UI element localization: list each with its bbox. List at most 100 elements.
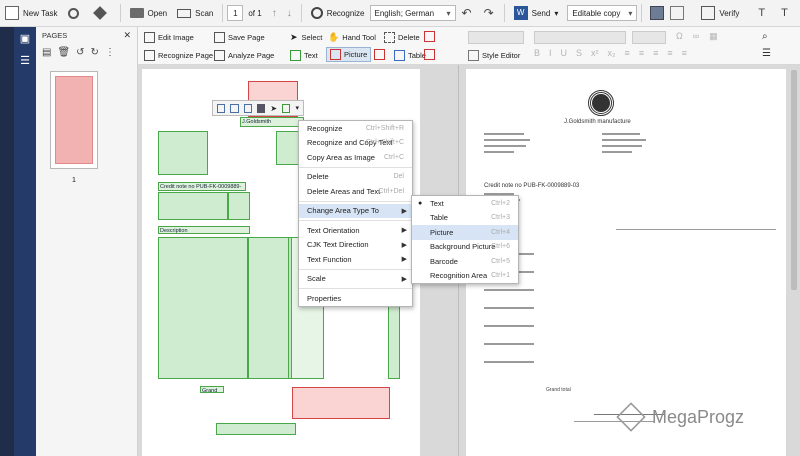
text-area-credit-note[interactable]: Credit note no PUB-FK-0009889-03 <box>158 182 246 191</box>
subscript-icon[interactable]: x₂ <box>608 48 616 58</box>
pages-tools: ▤ 🗑 ↺ ↻ ⋮ <box>36 44 137 61</box>
undo-icon[interactable]: ↶ <box>462 6 472 20</box>
menu-item-change-area-type[interactable]: Change Area Type To ▶ <box>299 203 412 218</box>
search-icon[interactable]: ⌕ <box>762 31 768 42</box>
strike-icon[interactable]: S <box>576 48 582 58</box>
arrow-down-icon[interactable]: ↓ <box>287 8 292 19</box>
copy-area-icon[interactable] <box>217 103 226 113</box>
format-buttons: B I U S x² x₂ ≡ ≡ ≡ ≡ ≡ <box>534 48 687 58</box>
table-area-details[interactable] <box>158 192 228 220</box>
menu-item-recognize-copy[interactable]: Recognize and Copy Text Ctrl+Shift+C <box>299 136 412 151</box>
text-area-details-b[interactable] <box>228 192 250 220</box>
text-area-button[interactable]: Text <box>290 48 318 63</box>
layers-button[interactable] <box>88 2 116 24</box>
grid-area-icon[interactable] <box>424 49 435 60</box>
redo-icon[interactable]: ↷ <box>484 6 494 20</box>
more-icon[interactable]: ⋮ <box>105 47 115 58</box>
menu-item-text-function[interactable]: Text Function ▶ <box>299 252 412 267</box>
page-number-input[interactable]: 1 <box>227 5 244 21</box>
rotate-left-icon[interactable]: ↺ <box>76 47 84 58</box>
table-area-items[interactable] <box>158 237 248 379</box>
delete-area-button[interactable]: Delete <box>384 30 420 45</box>
menu-item-delete-areas[interactable]: Delete Areas and Text Ctrl+Del <box>299 184 412 199</box>
picture-area-button[interactable]: Picture <box>326 47 372 62</box>
area-picture-icon[interactable] <box>257 103 266 113</box>
submenu-item-recognition-area[interactable]: Recognition Area Ctrl+1 <box>412 269 518 284</box>
image-insert-icon[interactable]: ▦ <box>709 31 718 42</box>
arrow-up-icon[interactable]: ↑ <box>272 8 277 19</box>
align-center-icon[interactable]: ≡ <box>639 48 644 58</box>
menu-item-recognize[interactable]: Recognize Ctrl+Shift+R <box>299 121 412 136</box>
area-select-icon[interactable]: ➤ <box>270 104 277 113</box>
text-area-sender[interactable] <box>158 131 208 175</box>
recognize-page-button[interactable]: Recognize Page <box>144 48 213 63</box>
list-nav-icon[interactable]: ☰ <box>14 49 36 71</box>
submenu-item-text[interactable]: ● Text Ctrl+2 <box>412 196 518 211</box>
align-left-icon[interactable]: ≡ <box>625 48 630 58</box>
menu-item-properties[interactable]: Properties <box>299 291 412 306</box>
table-area-items-col2[interactable] <box>248 237 292 379</box>
align-right-icon[interactable]: ≡ <box>653 48 658 58</box>
send-button[interactable]: W Send ▾ <box>509 2 564 24</box>
submenu-item-barcode[interactable]: Barcode Ctrl+5 <box>412 254 518 269</box>
font-select[interactable] <box>534 31 626 44</box>
open-button[interactable]: Open <box>125 2 173 24</box>
trash-icon[interactable]: 🗑 <box>57 47 70 58</box>
text-area-grand-total[interactable]: Grand total <box>200 386 224 393</box>
submenu-item-picture[interactable]: Picture Ctrl+4 <box>412 225 518 240</box>
picture-area-signature[interactable] <box>292 387 390 419</box>
copy-image-icon[interactable] <box>230 103 239 113</box>
recognize-button[interactable]: Recognize <box>306 2 370 24</box>
text-area-footer[interactable] <box>216 423 296 435</box>
menu-icon[interactable]: ☰ <box>762 48 771 59</box>
edit-image-button[interactable]: Edit Image <box>144 30 194 45</box>
menu-item-copy-image[interactable]: Copy Area as Image Ctrl+C <box>299 150 412 165</box>
text-view-icon[interactable] <box>670 6 685 20</box>
submenu-item-table[interactable]: Table Ctrl+3 <box>412 211 518 226</box>
table-area-button[interactable]: Table <box>394 48 426 63</box>
bold-icon[interactable]: B <box>534 48 540 58</box>
scan-button[interactable]: Scan <box>172 2 218 24</box>
chevron-down-icon[interactable]: ▾ <box>295 104 299 112</box>
barcode-area-icon[interactable] <box>424 31 435 42</box>
style-editor-icon <box>468 50 479 61</box>
verify-button[interactable]: Verify <box>696 2 744 24</box>
menu-item-scale[interactable]: Scale ▶ <box>299 272 412 287</box>
text-up-icon[interactable]: T <box>758 7 765 19</box>
text-area-logo-caption[interactable]: J.Goldsmith manufacture <box>240 117 304 127</box>
italic-icon[interactable]: I <box>549 48 552 58</box>
scrollbar[interactable] <box>791 70 797 290</box>
new-task-button[interactable]: New Task <box>0 2 63 24</box>
menu-item-cjk-direction[interactable]: CJK Text Direction ▶ <box>299 238 412 253</box>
link-icon[interactable]: ∞ <box>693 31 699 42</box>
settings-button[interactable] <box>63 2 88 24</box>
menu-item-delete[interactable]: Delete Del <box>299 170 412 185</box>
style-select[interactable] <box>468 31 524 44</box>
hand-tool-button[interactable]: ✋ Hand Tool <box>328 30 376 45</box>
save-icon[interactable]: ▤ <box>42 47 51 58</box>
font-size-select[interactable] <box>632 31 666 44</box>
pages-nav-icon[interactable]: ▣ <box>14 27 36 49</box>
menu-item-text-orientation[interactable]: Text Orientation ▶ <box>299 223 412 238</box>
language-select[interactable]: English; German <box>369 5 456 21</box>
analyze-page-button[interactable]: Analyze Page <box>214 48 274 63</box>
rotate-right-icon[interactable]: ↻ <box>91 47 99 58</box>
text-area-description-header[interactable]: Description <box>158 226 250 234</box>
background-area-icon[interactable] <box>374 49 385 60</box>
page-thumbnail[interactable] <box>50 71 98 169</box>
align-justify-icon[interactable]: ≡ <box>667 48 672 58</box>
text-down-icon[interactable]: T <box>781 7 788 19</box>
area-type-icon[interactable] <box>282 103 291 113</box>
omega-icon[interactable]: Ω <box>676 31 683 42</box>
area-props-icon[interactable] <box>243 103 253 113</box>
indent-icon[interactable]: ≡ <box>682 48 687 58</box>
underline-icon[interactable]: U <box>561 48 568 58</box>
select-button[interactable]: ➤ Select <box>290 30 322 45</box>
image-view-icon[interactable] <box>650 6 665 20</box>
superscript-icon[interactable]: x² <box>591 48 599 58</box>
close-icon[interactable]: ✕ <box>123 30 131 41</box>
style-editor-button[interactable]: Style Editor <box>468 48 520 63</box>
copy-mode-select[interactable]: Editable copy <box>567 5 638 21</box>
save-page-button[interactable]: Save Page <box>214 30 265 45</box>
submenu-item-background-picture[interactable]: Background Picture Ctrl+6 <box>412 240 518 255</box>
